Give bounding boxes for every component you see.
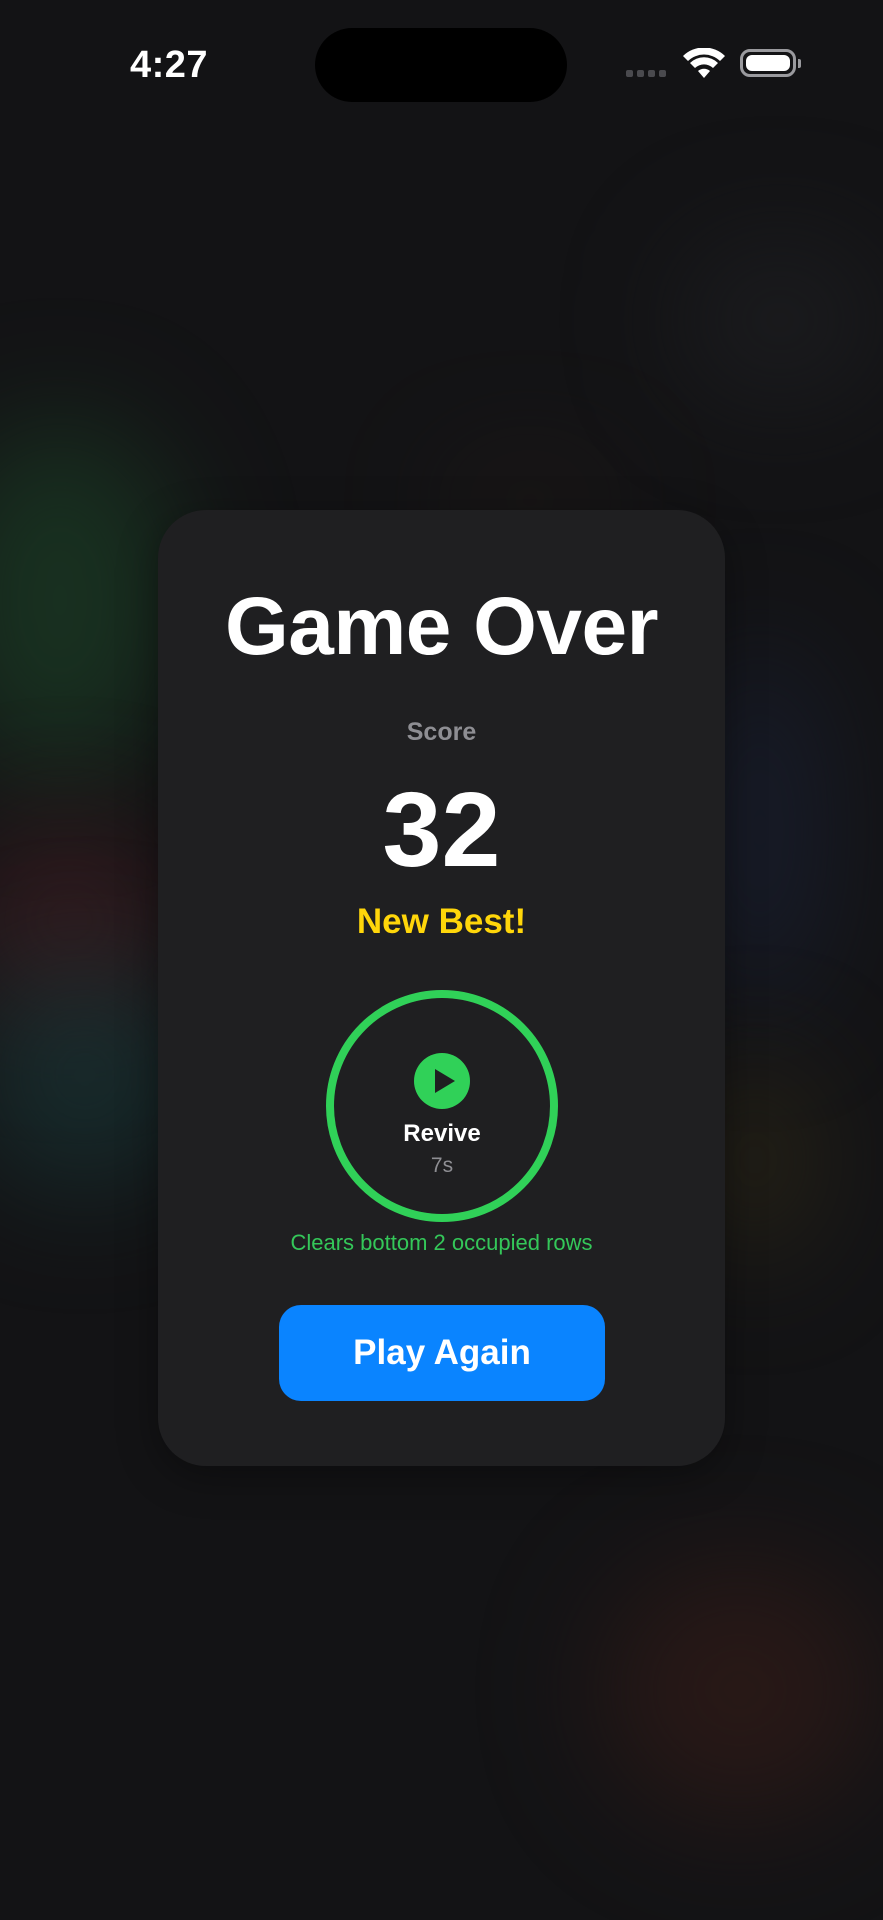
game-over-screen: 4:27 Game Over Score 32 New Best! Revive… xyxy=(0,0,883,1920)
play-icon xyxy=(414,1053,470,1109)
dynamic-island xyxy=(315,28,567,102)
score-label: Score xyxy=(406,718,477,746)
revive-timer: 7s xyxy=(430,1154,454,1177)
status-time: 4:27 xyxy=(130,44,209,86)
background-blur-gray xyxy=(680,240,880,400)
play-again-button[interactable]: Play Again xyxy=(279,1305,605,1401)
new-best-badge: New Best! xyxy=(356,902,527,941)
cellular-signal-icon xyxy=(626,70,666,77)
battery-icon xyxy=(740,49,801,77)
background-blur-green xyxy=(0,420,180,780)
wifi-icon xyxy=(683,48,725,78)
game-over-card: Game Over Score 32 New Best! Revive 7s C… xyxy=(158,510,725,1466)
background-blur-orange xyxy=(600,1560,880,1820)
revive-button[interactable]: Revive 7s xyxy=(324,988,560,1224)
game-over-title: Game Over xyxy=(224,581,659,672)
revive-description: Clears bottom 2 occupied rows xyxy=(290,1230,593,1255)
revive-label: Revive xyxy=(403,1120,481,1147)
play-again-label: Play Again xyxy=(353,1333,531,1372)
score-value: 32 xyxy=(382,771,501,889)
